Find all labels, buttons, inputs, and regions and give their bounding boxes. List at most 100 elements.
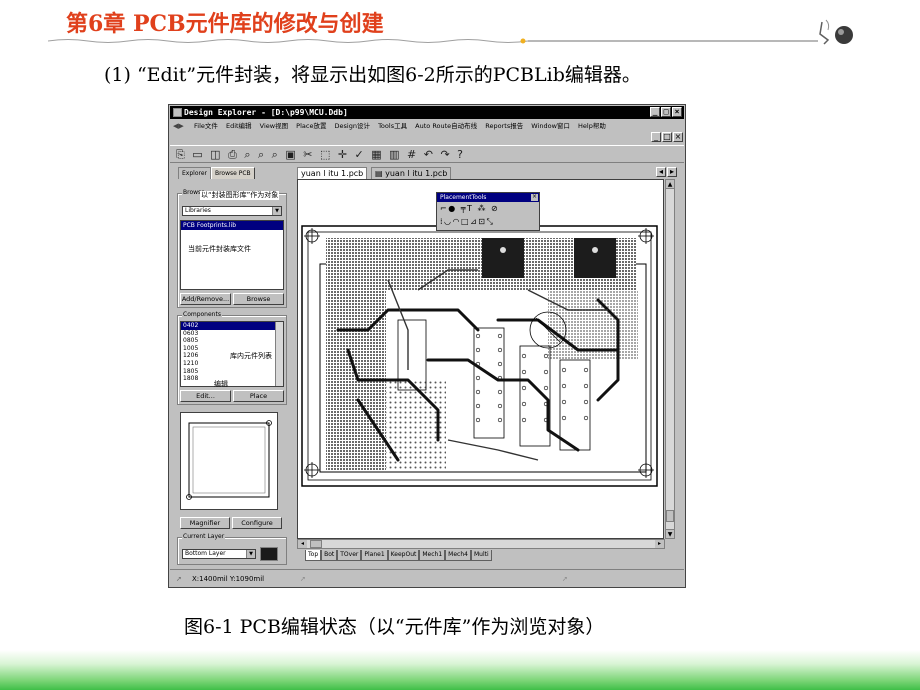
menu-file[interactable]: File文件 bbox=[194, 122, 218, 130]
header-divider bbox=[48, 38, 818, 44]
browse-group: Browse Libraries ▼ PCB Footprints.lib 当前… bbox=[177, 189, 287, 308]
status-bar: ➚ X:1400mil Y:1090mil ➚ ➚ bbox=[170, 569, 684, 587]
components-group: Components 0402 0603 0805 1005 1206 1210… bbox=[177, 311, 287, 405]
layer-tab-plane1[interactable]: Plane1 bbox=[361, 550, 388, 561]
menu-reports[interactable]: Reports报告 bbox=[485, 122, 523, 130]
close-button[interactable]: × bbox=[672, 107, 682, 117]
layer-tab-top[interactable]: Top bbox=[305, 550, 322, 561]
browse-button[interactable]: Browse bbox=[233, 293, 284, 305]
cursor-icon: ➚ bbox=[176, 575, 182, 583]
design-explorer-window: Design Explorer - [D:\p99\MCU.Ddb] _ □ ×… bbox=[168, 104, 686, 588]
components-scrollbar[interactable] bbox=[275, 322, 283, 386]
library-annotation: 当前元件封装库文件 bbox=[188, 245, 251, 253]
menu-place[interactable]: Place放置 bbox=[296, 122, 326, 130]
component-item[interactable]: 0402 bbox=[181, 322, 283, 330]
component-item[interactable]: 0805 bbox=[181, 337, 283, 345]
layer-tabs: Top Bot TOver Plane1 KeepOut Mech1 Mech4… bbox=[305, 550, 492, 561]
component-item[interactable]: 1808 bbox=[181, 375, 283, 383]
status-cursor-icon-2: ➚ bbox=[562, 575, 568, 583]
layer-tab-mech1[interactable]: Mech1 bbox=[419, 550, 446, 561]
tab-scroll-right-icon[interactable]: ▸ bbox=[667, 167, 677, 177]
placement-tools-palette[interactable]: PlacementTools × ⌐● ╤T ⁂ ⊘ ⁞◡◠□⊿⊡⤡ bbox=[436, 192, 540, 231]
coordinates-readout: X:1400mil Y:1090mil bbox=[192, 575, 265, 583]
vertical-scrollbar[interactable]: ▲ ▼ bbox=[665, 179, 675, 539]
edit-button[interactable]: Edit... bbox=[180, 390, 231, 402]
document-icon: ▤ bbox=[375, 169, 386, 178]
placement-tools-title: PlacementTools bbox=[440, 194, 487, 201]
intro-text: (1) “Edit”元件封装，将显示出如图6-2所示的PCBLib编辑器。 bbox=[104, 64, 641, 86]
layer-tab-mech4[interactable]: Mech4 bbox=[445, 550, 471, 561]
menu-edit[interactable]: Edit编辑 bbox=[226, 122, 252, 130]
menu-view[interactable]: View视图 bbox=[260, 122, 288, 130]
doc-restore-button[interactable]: □ bbox=[662, 132, 672, 142]
pcb-canvas[interactable]: PlacementTools × ⌐● ╤T ⁂ ⊘ ⁞◡◠□⊿⊡⤡ bbox=[297, 179, 664, 539]
menu-help[interactable]: Help帮助 bbox=[578, 122, 606, 130]
scroll-right-icon[interactable]: ▸ bbox=[655, 540, 664, 548]
component-item[interactable]: 0603 bbox=[181, 330, 283, 338]
configure-button[interactable]: Configure bbox=[232, 517, 282, 529]
menu-auto-route[interactable]: Auto Route自动布线 bbox=[415, 122, 477, 130]
back-forward-icon[interactable]: ◀▶ bbox=[173, 120, 184, 132]
window-titlebar: Design Explorer - [D:\p99\MCU.Ddb] _ □ × bbox=[170, 106, 684, 119]
bottom-decorative-band bbox=[0, 650, 920, 690]
menu-window[interactable]: Window窗口 bbox=[531, 122, 570, 130]
component-item[interactable]: 1210 bbox=[181, 360, 283, 368]
current-layer-group: Current Layer Bottom Layer ▼ bbox=[177, 533, 287, 565]
browse-select-value: Libraries bbox=[185, 207, 211, 214]
minimize-button[interactable]: _ bbox=[650, 107, 660, 117]
placement-tools-row-2[interactable]: ⁞◡◠□⊿⊡⤡ bbox=[437, 216, 539, 228]
layer-color-swatch[interactable] bbox=[260, 547, 278, 561]
layer-tab-multi[interactable]: Multi bbox=[470, 550, 492, 561]
layer-tab-top-overlay[interactable]: TOver bbox=[337, 550, 362, 561]
layer-tab-bottom[interactable]: Bot bbox=[321, 550, 338, 561]
footprint-preview bbox=[180, 412, 278, 510]
close-icon[interactable]: × bbox=[531, 194, 538, 201]
tab-pcb-document[interactable]: yuan l itu 1.pcb bbox=[297, 167, 368, 179]
tab-explorer[interactable]: Explorer bbox=[178, 167, 211, 179]
horizontal-scrollbar[interactable]: ◂ ▸ bbox=[297, 539, 665, 549]
chevron-down-icon[interactable]: ▼ bbox=[246, 550, 255, 558]
vertical-scroll-thumb[interactable] bbox=[666, 510, 674, 522]
current-layer-select[interactable]: Bottom Layer ▼ bbox=[182, 549, 256, 559]
place-button[interactable]: Place bbox=[233, 390, 284, 402]
library-list[interactable]: PCB Footprints.lib bbox=[180, 220, 284, 290]
footprint-preview-drawing bbox=[186, 420, 272, 500]
placement-tools-titlebar[interactable]: PlacementTools × bbox=[437, 193, 539, 202]
tab-scroll-left-icon[interactable]: ◂ bbox=[656, 167, 666, 177]
browse-select[interactable]: Libraries ▼ bbox=[182, 206, 282, 216]
current-layer-label: Current Layer bbox=[182, 533, 226, 541]
figure-caption: 图6-1 PCB编辑状态（以“元件库”作为浏览对象） bbox=[184, 616, 605, 638]
pcb-board-drawing bbox=[301, 225, 658, 487]
doc-minimize-button[interactable]: _ bbox=[651, 132, 661, 142]
scroll-down-icon[interactable]: ▼ bbox=[666, 529, 674, 538]
magnifier-button[interactable]: Magnifier bbox=[180, 517, 230, 529]
chapter-title: 第6章 PCB元件库的修改与创建 bbox=[66, 11, 384, 37]
placement-tools-row-1[interactable]: ⌐● ╤T ⁂ ⊘ bbox=[437, 202, 539, 216]
add-remove-button[interactable]: Add/Remove... bbox=[180, 293, 231, 305]
tab-pcb-document-2[interactable]: ▤ yuan l itu 1.pcb bbox=[371, 167, 452, 179]
browse-annotation: 以“封装图形库”作为对象 bbox=[200, 191, 280, 200]
scroll-up-icon[interactable]: ▲ bbox=[666, 180, 674, 189]
main-toolbar[interactable]: ⎘ ▭ ◫ ⎙ ⌕ ⌕ ⌕ ▣ ✂ ⬚ ✛ ✓ ▦ ▥ # ↶ ↷ ? bbox=[170, 145, 684, 163]
menu-design[interactable]: Design设计 bbox=[335, 122, 370, 130]
browse-pcb-panel: Explorer Browse PCB Browse Libraries ▼ P… bbox=[172, 165, 289, 569]
maximize-button[interactable]: □ bbox=[661, 107, 671, 117]
document-tabs: yuan l itu 1.pcb ▤ yuan l itu 1.pcb ◂ ▸ bbox=[297, 165, 677, 179]
tab-browse-pcb[interactable]: Browse PCB bbox=[210, 167, 255, 179]
presentation-logo-icon bbox=[819, 19, 853, 45]
doc-close-button[interactable]: × bbox=[673, 132, 683, 142]
menu-bar: ◀▶ File文件 Edit编辑 View视图 Place放置 Design设计… bbox=[170, 120, 684, 132]
current-layer-value: Bottom Layer bbox=[185, 550, 226, 557]
library-item-selected[interactable]: PCB Footprints.lib bbox=[181, 221, 283, 230]
tab-label: yuan l itu 1.pcb bbox=[385, 169, 448, 178]
document-window-controls: _ □ × bbox=[651, 132, 683, 142]
components-annotation: 库内元件列表 bbox=[230, 352, 272, 360]
horizontal-scroll-thumb[interactable] bbox=[310, 540, 322, 548]
edit-annotation: 编辑 bbox=[214, 380, 228, 388]
components-label: Components bbox=[182, 311, 222, 319]
component-item[interactable]: 1805 bbox=[181, 368, 283, 376]
menu-tools[interactable]: Tools工具 bbox=[378, 122, 407, 130]
scroll-left-icon[interactable]: ◂ bbox=[298, 540, 307, 548]
layer-tab-keepout[interactable]: KeepOut bbox=[387, 550, 420, 561]
chevron-down-icon[interactable]: ▼ bbox=[272, 207, 281, 215]
